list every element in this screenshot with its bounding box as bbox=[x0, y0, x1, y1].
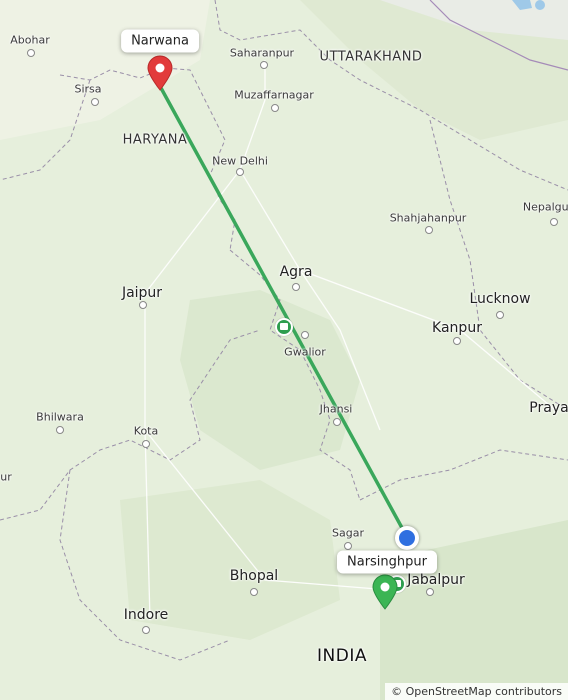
state-label-haryana: HARYANA bbox=[122, 132, 188, 148]
city-label-sirsa: Sirsa bbox=[74, 82, 102, 96]
city-dot bbox=[250, 588, 258, 596]
city-label-abohar: Abohar bbox=[10, 33, 50, 47]
city-label-kanpur: Kanpur bbox=[432, 320, 482, 336]
city-label-agra: Agra bbox=[279, 264, 313, 280]
city-label-left-edge: ur bbox=[0, 470, 12, 484]
current-location-icon[interactable] bbox=[395, 526, 419, 550]
city-label-bhilwara: Bhilwara bbox=[36, 410, 84, 424]
city-label-prayagraj: Praya bbox=[529, 400, 568, 416]
city-label-kota: Kota bbox=[133, 424, 159, 438]
city-label-indore: Indore bbox=[123, 607, 169, 623]
city-dot bbox=[139, 301, 147, 309]
city-dot bbox=[142, 440, 150, 448]
city-dot bbox=[27, 49, 35, 57]
city-dot bbox=[496, 311, 504, 319]
destination-pin-icon[interactable] bbox=[371, 574, 399, 614]
city-dot bbox=[550, 218, 558, 226]
bus-stop-icon[interactable] bbox=[275, 318, 293, 336]
city-dot bbox=[260, 61, 268, 69]
city-label-lucknow: Lucknow bbox=[469, 291, 531, 307]
city-label-gwalior: Gwalior bbox=[284, 345, 326, 359]
map-view[interactable]: Abohar Sirsa Saharanpur UTTARAKHAND Muza… bbox=[0, 0, 568, 700]
country-label-india: INDIA bbox=[317, 646, 367, 666]
city-dot bbox=[426, 588, 434, 596]
city-label-new-delhi: New Delhi bbox=[212, 154, 268, 168]
city-label-bhopal: Bhopal bbox=[229, 568, 279, 584]
city-dot bbox=[333, 418, 341, 426]
city-label-jaipur: Jaipur bbox=[121, 285, 163, 301]
map-attribution[interactable]: © OpenStreetMap contributors bbox=[385, 683, 568, 700]
city-dot bbox=[425, 226, 433, 234]
city-dot bbox=[344, 542, 352, 550]
city-label-jhansi: Jhansi bbox=[319, 402, 353, 416]
origin-tag: Narwana bbox=[121, 29, 199, 53]
city-label-muzaffarnagar: Muzaffarnagar bbox=[234, 88, 314, 102]
city-dot bbox=[271, 104, 279, 112]
state-label-uttarakhand: UTTARAKHAND bbox=[319, 49, 423, 65]
city-label-nepalgunj: Nepalgur bbox=[522, 200, 568, 214]
city-dot bbox=[236, 168, 244, 176]
city-label-sagar: Sagar bbox=[332, 526, 364, 540]
city-dot bbox=[56, 426, 64, 434]
city-dot bbox=[301, 331, 309, 339]
origin-pin-icon[interactable] bbox=[146, 55, 174, 95]
destination-tag: Narsinghpur bbox=[337, 550, 437, 574]
city-dot bbox=[292, 283, 300, 291]
city-label-shahjahanpur: Shahjahanpur bbox=[389, 211, 467, 225]
city-label-saharanpur: Saharanpur bbox=[229, 46, 295, 60]
city-dot bbox=[142, 626, 150, 634]
city-label-jabalpur: Jabalpur bbox=[407, 572, 465, 588]
city-dot bbox=[453, 337, 461, 345]
city-dot bbox=[91, 98, 99, 106]
